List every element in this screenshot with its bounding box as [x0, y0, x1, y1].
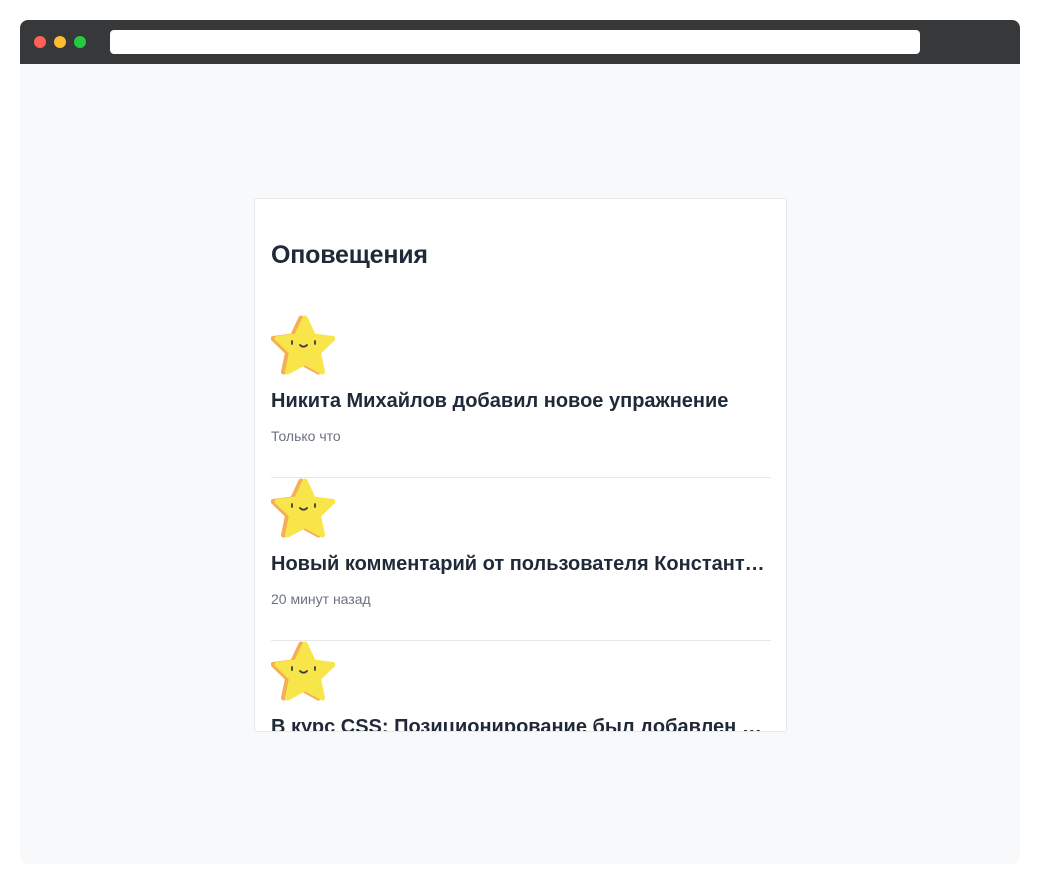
notification-item[interactable]: Никита Михайлов добавил новое упражнение… [271, 315, 771, 478]
minimize-window-button[interactable] [54, 36, 66, 48]
notification-time: Только что [271, 428, 341, 444]
page-title: Оповещения [271, 241, 428, 269]
maximize-window-button[interactable] [74, 36, 86, 48]
notifications-panel: Оповещения Никита Михайлов добавил новое… [254, 198, 787, 732]
star-icon [271, 478, 335, 538]
notification-item[interactable]: Новый комментарий от пользователя Конста… [271, 478, 771, 641]
browser-window: Оповещения Никита Михайлов добавил новое… [20, 20, 1020, 864]
notification-title: Новый комментарий от пользователя Конста… [271, 553, 771, 575]
notification-title: В курс CSS: Позиционирование был добавле… [271, 716, 771, 732]
browser-titlebar [20, 20, 1020, 64]
notification-time: 20 минут назад [271, 591, 371, 607]
close-window-button[interactable] [34, 36, 46, 48]
star-icon [271, 641, 335, 701]
notification-title: Никита Михайлов добавил новое упражнение [271, 390, 729, 412]
star-icon [271, 315, 335, 375]
notifications-list: Никита Михайлов добавил новое упражнение… [271, 315, 771, 732]
address-bar[interactable] [110, 30, 920, 54]
notification-item[interactable]: В курс CSS: Позиционирование был добавле… [271, 641, 771, 732]
